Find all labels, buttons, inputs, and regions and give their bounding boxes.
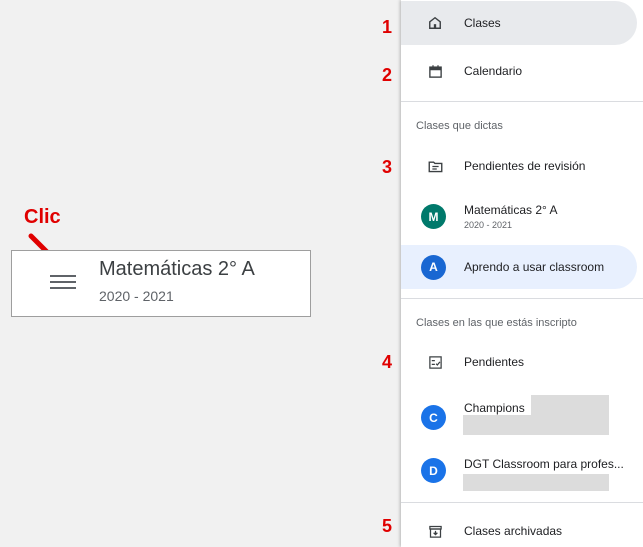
drawer-class-item[interactable]: M Matemáticas 2° A 2020 - 2021: [401, 194, 637, 238]
step-number-4: 4: [381, 352, 392, 372]
class-avatar: D: [421, 458, 446, 483]
drawer-class-item[interactable]: D DGT Classroom para profes...: [401, 447, 637, 497]
class-name: Champions: [464, 401, 525, 415]
class-avatar: M: [421, 204, 446, 229]
folder-review-icon: [425, 156, 445, 176]
class-title: Matemáticas 2° A: [99, 258, 255, 280]
home-icon: [425, 13, 445, 33]
class-avatar: A: [421, 254, 446, 280]
archive-icon: [425, 521, 445, 541]
class-avatar: C: [421, 405, 446, 430]
drawer-item-label: Pendientes de revisión: [464, 159, 586, 173]
class-subtitle: 2020 - 2021: [99, 288, 174, 304]
class-period: 2020 - 2021: [464, 220, 513, 230]
redacted-block: [463, 474, 609, 491]
class-name: Aprendo a usar classroom: [464, 260, 605, 274]
drawer-item-label: Clases: [464, 16, 501, 30]
step-number-2: 2: [381, 65, 392, 85]
redacted-block: [463, 415, 609, 435]
class-name: Matemáticas 2° A: [464, 203, 558, 217]
hamburger-menu-icon[interactable]: [50, 271, 76, 293]
drawer-item-clases-archivadas[interactable]: Clases archivadas: [401, 511, 637, 547]
drawer-item-calendario[interactable]: Calendario: [401, 49, 637, 93]
checklist-icon: [425, 352, 445, 372]
drawer-item-label: Clases archivadas: [464, 524, 563, 538]
drawer-class-item[interactable]: C Champions: [401, 392, 637, 442]
step-number-1: 1: [381, 17, 392, 37]
redacted-block: [531, 395, 609, 415]
section-title-enrolled: Clases en las que estás inscripto: [416, 317, 577, 329]
divider: [401, 101, 643, 102]
step-number-5: 5: [381, 516, 392, 536]
divider: [401, 298, 643, 299]
drawer-item-label: Calendario: [464, 64, 523, 78]
class-name: DGT Classroom para profes...: [464, 457, 624, 471]
drawer-item-pendientes[interactable]: Pendientes: [401, 340, 637, 384]
calendar-icon: [425, 61, 445, 81]
drawer-class-item[interactable]: A Aprendo a usar classroom: [401, 245, 637, 289]
divider: [401, 502, 643, 503]
navigation-drawer: Clases Calendario Clases que dictas Pend…: [401, 0, 643, 547]
class-header-card: Matemáticas 2° A 2020 - 2021: [11, 250, 311, 317]
drawer-item-clases[interactable]: Clases: [401, 1, 637, 45]
drawer-item-label: Pendientes: [464, 355, 525, 369]
clic-label: Clic: [24, 206, 61, 228]
step-number-3: 3: [381, 157, 392, 177]
drawer-item-pendientes-revision[interactable]: Pendientes de revisión: [401, 144, 637, 188]
section-title-teaching: Clases que dictas: [416, 120, 503, 132]
